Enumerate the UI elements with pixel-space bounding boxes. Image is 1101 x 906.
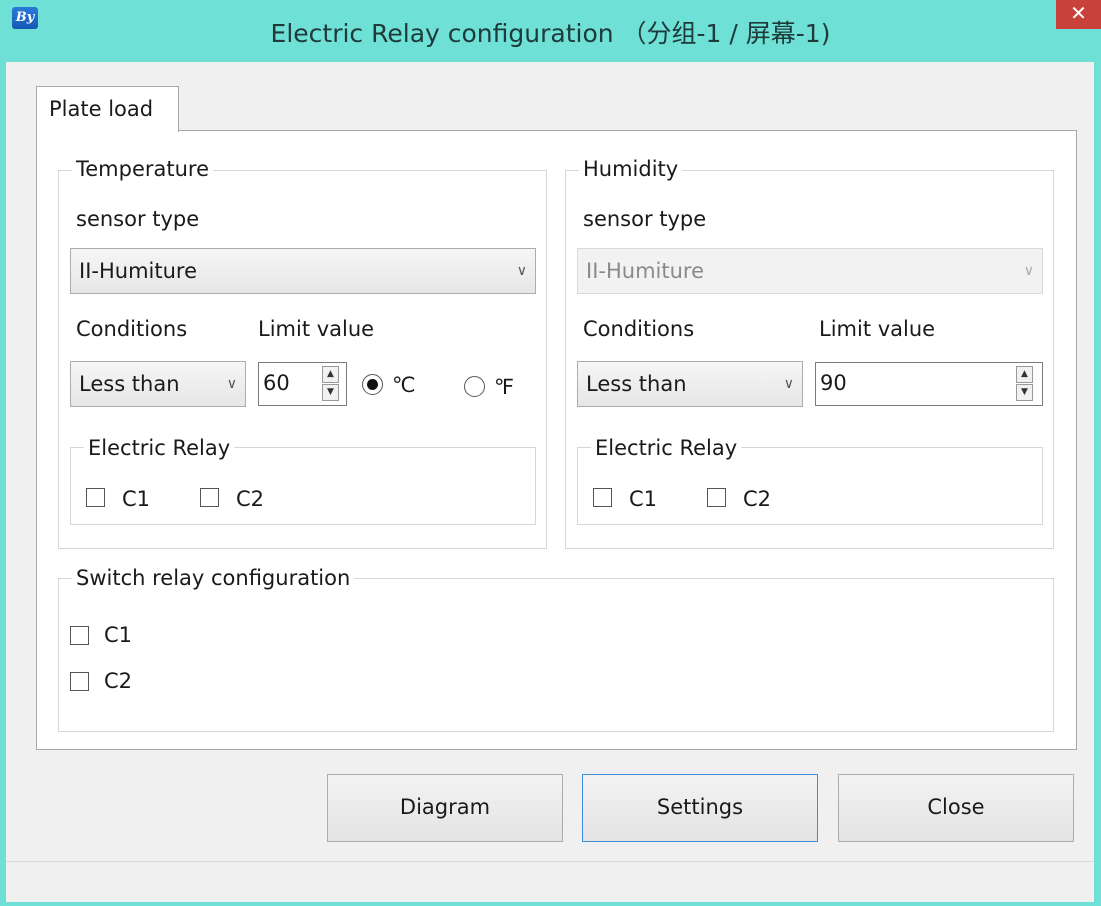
temperature-limit-label: Limit value (258, 317, 375, 341)
humidity-sensor-type-value: II-Humiture (586, 259, 704, 283)
temperature-relay-c2-checkbox[interactable] (200, 488, 219, 507)
humidity-limit-spin-buttons: ▲ ▼ (1016, 366, 1033, 402)
temperature-conditions-value: Less than (79, 372, 180, 396)
humidity-limit-spinbox[interactable]: 90 ▲ ▼ (815, 362, 1043, 406)
settings-button[interactable]: Settings (582, 774, 818, 842)
switch-relay-c2-label: C2 (104, 669, 133, 693)
switch-relay-group (58, 578, 1054, 732)
temperature-limit-value: 60 (263, 371, 290, 395)
humidity-legend: Humidity (579, 156, 683, 182)
humidity-limit-label: Limit value (819, 317, 936, 341)
humidity-relay-c2-label: C2 (743, 487, 772, 511)
chevron-down-icon: ∨ (226, 376, 237, 392)
diagram-button[interactable]: Diagram (327, 774, 563, 842)
humidity-conditions-label: Conditions (583, 317, 695, 341)
celsius-radio[interactable] (362, 374, 383, 395)
humidity-limit-value: 90 (820, 371, 847, 395)
chevron-down-icon: ∨ (1023, 263, 1034, 279)
humidity-conditions-select[interactable]: Less than ∨ (577, 361, 803, 407)
fahrenheit-radio[interactable] (464, 376, 485, 397)
spin-up-icon[interactable]: ▲ (1016, 366, 1033, 383)
chevron-down-icon: ∨ (516, 263, 527, 279)
humidity-relay-c2-checkbox[interactable] (707, 488, 726, 507)
humidity-relay-c1-checkbox[interactable] (593, 488, 612, 507)
close-button[interactable]: Close (838, 774, 1074, 842)
status-bar (6, 861, 1094, 902)
temperature-relay-c1-checkbox[interactable] (86, 488, 105, 507)
temperature-conditions-label: Conditions (76, 317, 188, 341)
humidity-sensor-type-label: sensor type (583, 207, 707, 231)
temperature-relay-legend: Electric Relay (84, 435, 235, 461)
spin-up-icon[interactable]: ▲ (322, 366, 339, 383)
switch-relay-c1-label: C1 (104, 623, 133, 647)
fahrenheit-label: ℉ (494, 375, 514, 399)
temperature-relay-c2-label: C2 (236, 487, 265, 511)
temperature-limit-spinbox[interactable]: 60 ▲ ▼ (258, 362, 347, 406)
humidity-conditions-value: Less than (586, 372, 687, 396)
temperature-legend: Temperature (72, 156, 214, 182)
temperature-conditions-select[interactable]: Less than ∨ (70, 361, 246, 407)
temperature-limit-spin-buttons: ▲ ▼ (322, 366, 339, 402)
temperature-sensor-type-label: sensor type (76, 207, 200, 231)
celsius-label: ℃ (392, 373, 416, 397)
humidity-relay-c1-label: C1 (629, 487, 658, 511)
temperature-sensor-type-select[interactable]: II-Humiture ∨ (70, 248, 536, 294)
window-title: Electric Relay configuration （分组-1 / 屏幕-… (270, 19, 831, 48)
temperature-sensor-type-value: II-Humiture (79, 259, 197, 283)
switch-relay-legend: Switch relay configuration (72, 565, 355, 591)
humidity-sensor-type-select: II-Humiture ∨ (577, 248, 1043, 294)
spin-down-icon[interactable]: ▼ (1016, 384, 1033, 401)
spin-down-icon[interactable]: ▼ (322, 384, 339, 401)
chevron-down-icon: ∨ (783, 376, 794, 392)
temperature-relay-c1-label: C1 (122, 487, 151, 511)
close-window-button[interactable]: ✕ (1056, 0, 1101, 29)
switch-relay-c1-checkbox[interactable] (70, 626, 89, 645)
humidity-relay-legend: Electric Relay (591, 435, 742, 461)
tab-plate-load[interactable]: Plate load (36, 86, 179, 132)
radio-selected-dot (367, 379, 378, 390)
switch-relay-c2-checkbox[interactable] (70, 672, 89, 691)
